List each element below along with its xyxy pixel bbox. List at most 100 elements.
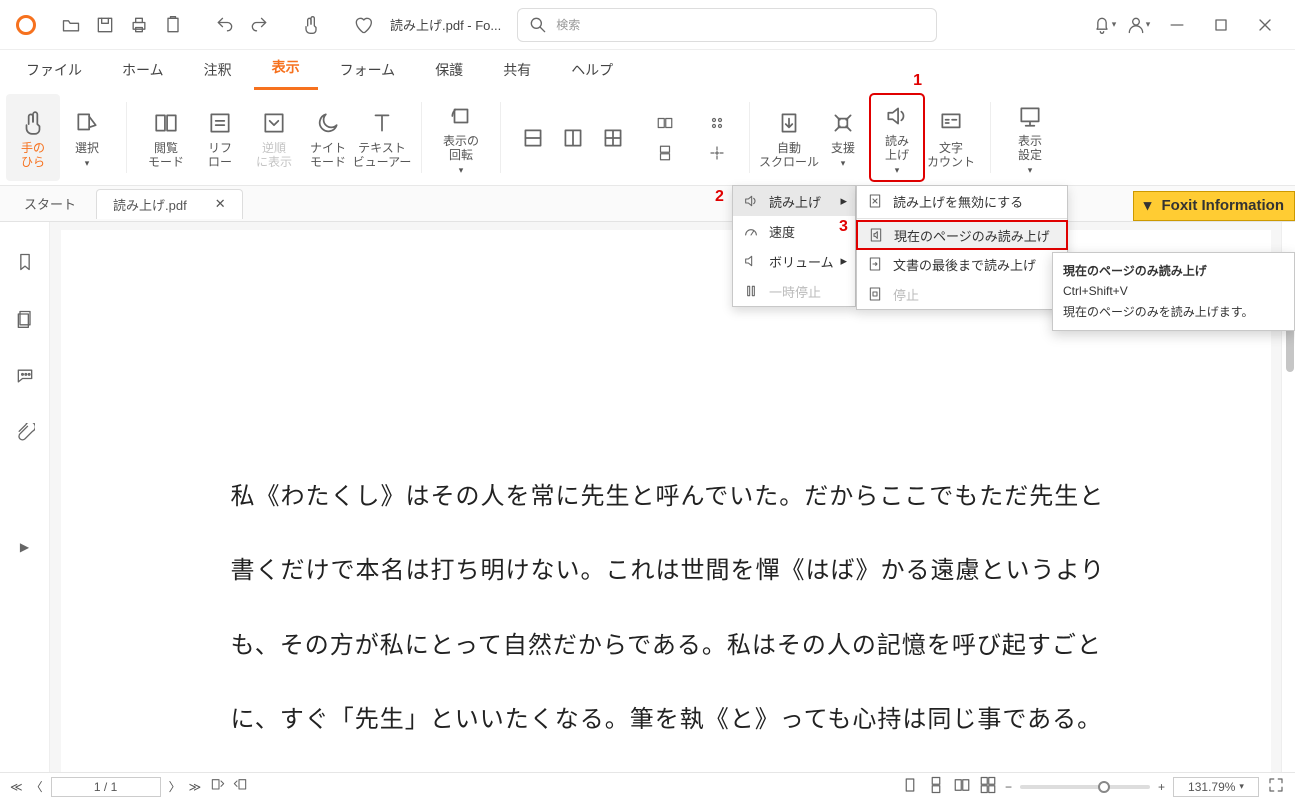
readaloud-menu: 2 読み上げ▸ 速度 ボリューム▸ 一時停止 (732, 185, 856, 307)
menu-item-to-end[interactable]: 文書の最後まで読み上げ (857, 249, 1067, 279)
zoom-slider[interactable] (1020, 785, 1150, 789)
menu-item-volume[interactable]: ボリューム▸ (733, 246, 855, 276)
ribbon-small-2[interactable] (645, 138, 685, 168)
menu-file[interactable]: ファイル (8, 52, 100, 90)
expand-rail-icon[interactable]: ▶ (20, 540, 29, 554)
ribbon-support[interactable]: 支援▾ (816, 94, 870, 181)
ribbon-reflow-label: リフ ロー (208, 142, 232, 170)
fullscreen-icon[interactable] (1267, 776, 1285, 797)
view-facing-cont-icon[interactable] (979, 776, 997, 797)
menu-view[interactable]: 表示 (254, 49, 318, 90)
ribbon-reading-mode[interactable]: 閲覧 モード (139, 94, 193, 181)
attachments-icon[interactable] (15, 423, 35, 446)
readaloud-submenu: 読み上げを無効にする 3 現在のページのみ読み上げ 文書の最後まで読み上げ 停止 (856, 185, 1068, 310)
ribbon-display-settings[interactable]: 表示 設定▾ (1003, 94, 1057, 181)
print-icon[interactable] (122, 8, 156, 42)
menu-item-stop-label: 停止 (893, 285, 919, 304)
zoom-in-button[interactable]: + (1158, 780, 1165, 794)
view-facing-icon[interactable] (953, 776, 971, 797)
callout-1: 1 (913, 72, 922, 90)
menu-item-read-label: 読み上げ (769, 192, 821, 211)
pause-icon (743, 283, 759, 299)
prev-page-button[interactable]: 〈 (31, 778, 43, 795)
view-continuous-icon[interactable] (927, 776, 945, 797)
gauge-icon (743, 223, 759, 239)
ribbon-reflow[interactable]: リフ ロー (193, 94, 247, 181)
tab-start[interactable]: スタート (8, 189, 92, 219)
save-icon[interactable] (88, 8, 122, 42)
ribbon-autoscroll[interactable]: 自動 スクロール (762, 94, 816, 181)
document-text: 私《わたくし》はその人を常に先生と呼んでいた。だからここでもただ先生と書くだけで… (231, 483, 1106, 772)
ribbon-small-1[interactable] (645, 108, 685, 138)
volume-icon (743, 253, 759, 269)
pages-icon[interactable] (15, 309, 35, 332)
nav-fwd-icon[interactable] (233, 777, 249, 796)
ribbon-rotate[interactable]: 表示の 回転▾ (434, 94, 488, 181)
undo-icon[interactable] (208, 8, 242, 42)
menu-item-read[interactable]: 読み上げ ▸ (733, 186, 855, 216)
page-number-input[interactable]: 1 / 1 (51, 777, 161, 797)
bookmark-icon[interactable] (15, 252, 35, 275)
nav-back-icon[interactable] (209, 777, 225, 796)
menu-item-disable[interactable]: 読み上げを無効にする (857, 186, 1067, 216)
zoom-value[interactable]: 131.79% ▾ (1173, 777, 1259, 797)
ribbon-small-4[interactable] (697, 138, 737, 168)
close-button[interactable] (1243, 8, 1287, 42)
ribbon-wordcount[interactable]: 文字 カウント (924, 94, 978, 181)
ribbon-text-viewer[interactable]: テキスト ビューアー (355, 94, 409, 181)
tab-document[interactable]: 読み上げ.pdf ✕ (96, 189, 243, 219)
ribbon-hand-label: 手の ひら (21, 142, 45, 170)
chevron-right-icon: ▸ (840, 193, 847, 209)
zoom-slider-knob[interactable] (1098, 781, 1110, 793)
minimize-button[interactable] (1155, 8, 1199, 42)
menu-home[interactable]: ホーム (104, 52, 182, 90)
notifications-icon[interactable]: ▾ (1087, 8, 1121, 42)
menu-annotate[interactable]: 注釈 (186, 52, 250, 90)
menu-share[interactable]: 共有 (485, 52, 549, 90)
account-icon[interactable]: ▾ (1121, 8, 1155, 42)
comments-icon[interactable] (15, 366, 35, 389)
menu-item-current-page[interactable]: 現在のページのみ読み上げ (856, 220, 1068, 250)
callout-2: 2 (715, 188, 724, 206)
hand-quick-icon[interactable] (294, 8, 328, 42)
left-rail: ▶ (0, 222, 50, 772)
ribbon-select[interactable]: 選択▾ (60, 94, 114, 181)
tab-close-icon[interactable]: ✕ (215, 196, 226, 212)
clipboard-icon[interactable] (156, 8, 190, 42)
ribbon-grid-2[interactable] (553, 94, 593, 181)
menu-item-pause: 一時停止 (733, 276, 855, 306)
menu-item-volume-label: ボリューム (769, 252, 834, 271)
tooltip: 現在のページのみ読み上げCtrl+Shift+V 現在のページのみを読み上げます… (1052, 252, 1295, 331)
ribbon-grid-1[interactable] (513, 94, 553, 181)
menu-item-speed-label: 速度 (769, 222, 795, 241)
page-x-icon (867, 193, 883, 209)
next-page-button[interactable]: 〉 (169, 778, 181, 795)
menu-form[interactable]: フォーム (322, 52, 414, 90)
ribbon-night[interactable]: ナイト モード (301, 94, 355, 181)
ribbon-night-label: ナイト モード (310, 142, 346, 170)
maximize-button[interactable] (1199, 8, 1243, 42)
zoom-out-button[interactable]: − (1005, 780, 1012, 794)
ribbon-reading-label: 閲覧 モード (148, 142, 184, 170)
menu-protect[interactable]: 保護 (417, 52, 481, 90)
menu-bar: ファイル ホーム 注釈 表示 フォーム 保護 共有 ヘルプ (0, 50, 1295, 90)
menu-item-speed[interactable]: 速度 (733, 216, 855, 246)
ribbon-read-aloud[interactable]: 1 読み 上げ▾ (870, 94, 924, 181)
menu-help[interactable]: ヘルプ (553, 52, 631, 90)
tab-document-label: 読み上げ.pdf (113, 195, 187, 214)
search-input[interactable]: 検索 (517, 8, 937, 42)
ribbon-small-3[interactable] (697, 108, 737, 138)
info-banner[interactable]: ▾ Foxit Information (1133, 191, 1295, 221)
ribbon-reverse-label: 逆順 に表示 (256, 142, 292, 170)
app-logo (16, 15, 36, 35)
ribbon-hand[interactable]: 手の ひら (6, 94, 60, 181)
favorite-icon[interactable] (346, 8, 380, 42)
menu-item-toend-label: 文書の最後まで読み上げ (893, 255, 1036, 274)
redo-icon[interactable] (242, 8, 276, 42)
view-single-icon[interactable] (901, 776, 919, 797)
page-sound-icon (868, 227, 884, 243)
menu-item-current-label: 現在のページのみ読み上げ (894, 226, 1050, 245)
last-page-button[interactable]: ≫ (189, 780, 202, 794)
first-page-button[interactable]: ≪ (10, 780, 23, 794)
open-icon[interactable] (54, 8, 88, 42)
